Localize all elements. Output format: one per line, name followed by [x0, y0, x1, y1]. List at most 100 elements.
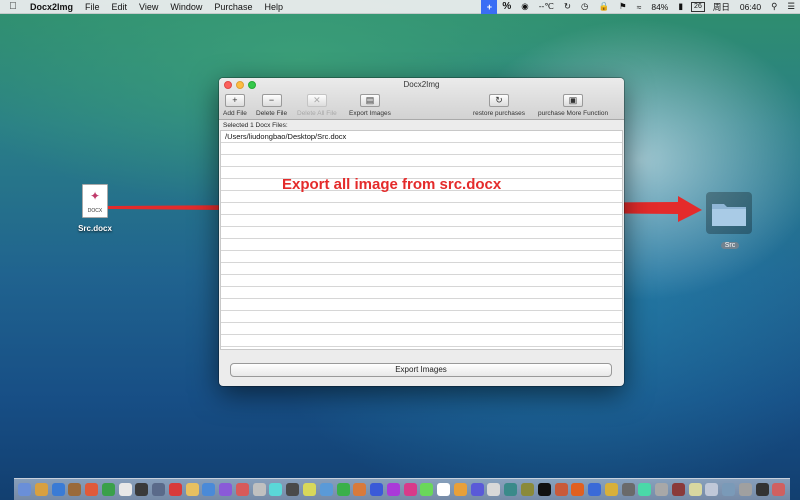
dock-app-icon[interactable] [638, 483, 652, 496]
purchase-icon: ▣ [563, 94, 584, 107]
toolbar: + Add File − Delete File ✕ Delete All Fi… [219, 94, 624, 120]
menu-app-name[interactable]: Docx2Img [26, 2, 79, 12]
dock-app-icon[interactable] [420, 483, 434, 496]
dock-app-icon[interactable] [621, 483, 635, 496]
add-file-button[interactable]: + Add File [223, 94, 247, 117]
dock-app-icon[interactable] [219, 483, 233, 496]
add-icon: + [224, 94, 245, 107]
restore-icon: ↻ [489, 94, 510, 107]
dock-app-icon[interactable] [403, 483, 417, 496]
dock-app-icon[interactable] [738, 483, 752, 496]
add-file-label: Add File [223, 110, 247, 117]
menu-edit[interactable]: Edit [106, 2, 134, 12]
plus-status-icon[interactable]: + [481, 0, 498, 14]
dock-app-icon[interactable] [705, 483, 719, 496]
dock-app-icon[interactable] [554, 483, 568, 496]
delete-all-file-label: Delete All File [297, 110, 337, 117]
delete-file-button[interactable]: − Delete File [256, 94, 287, 117]
dock-app-icon[interactable] [588, 483, 602, 496]
clock[interactable]: 06:40 [735, 2, 766, 12]
dock-app-icon[interactable] [235, 483, 249, 496]
dock-app-icon[interactable] [185, 483, 199, 496]
dock-app-icon[interactable] [168, 483, 182, 496]
wifi-icon[interactable]: ≈ [632, 2, 647, 12]
menu-bar:  Docx2Img File Edit View Window Purchas… [0, 0, 800, 14]
file-list[interactable]: /Users/liudongbao/Desktop/Src.docx [220, 130, 623, 350]
annotation-text: Export all image from src.docx [282, 176, 502, 193]
dock-app-icon[interactable] [504, 483, 518, 496]
dock-app-icon[interactable] [604, 483, 618, 496]
desktop-file-label: Src.docx [78, 224, 112, 233]
temperature-status[interactable]: --℃ [534, 1, 559, 12]
dock-app-icon[interactable] [252, 483, 266, 496]
menu-help[interactable]: Help [258, 2, 289, 12]
folder-selection [706, 192, 752, 234]
dock-app-icon[interactable] [135, 483, 149, 496]
dock-app-icon[interactable] [85, 483, 99, 496]
export-icon: ▤ [359, 94, 380, 107]
dock-app-icon[interactable] [520, 483, 534, 496]
list-item[interactable]: /Users/liudongbao/Desktop/Src.docx [221, 131, 622, 143]
dock-app-icon[interactable] [152, 483, 166, 496]
dock-app-icon[interactable] [437, 483, 451, 496]
dock-app-icon[interactable] [772, 483, 786, 496]
dock-app-icon[interactable] [722, 483, 736, 496]
dock-app-icon[interactable] [336, 483, 350, 496]
refresh-status-icon[interactable]: ↻ [559, 1, 576, 12]
dock-app-icon[interactable] [755, 483, 769, 496]
docx-file-icon: ✦ DOCX [82, 184, 108, 218]
restore-purchases-label: restore purchases [473, 110, 526, 117]
time-machine-icon[interactable]: ◷ [576, 1, 593, 12]
desktop-folder-src[interactable]: Src [706, 192, 754, 252]
dock-app-icon[interactable] [101, 483, 115, 496]
dock-app-icon[interactable] [453, 483, 467, 496]
dock-app-icon[interactable] [68, 483, 82, 496]
weekday[interactable]: 周日 [708, 1, 735, 13]
percent-status-icon[interactable]: % [497, 1, 516, 12]
dock-app-icon[interactable] [353, 483, 367, 496]
menu-purchase[interactable]: Purchase [208, 2, 258, 12]
purchase-more-function-button[interactable]: ▣ purchase More Function [538, 94, 608, 117]
dock-app-icon[interactable] [319, 483, 333, 496]
dock-app-icon[interactable] [571, 483, 585, 496]
dock-app-icon[interactable] [671, 483, 685, 496]
purchase-more-function-label: purchase More Function [538, 110, 609, 117]
docx-symbol-icon: ✦ [89, 189, 101, 203]
dock-app-icon[interactable] [118, 483, 132, 496]
menu-window[interactable]: Window [164, 2, 208, 12]
export-images-button[interactable]: Export Images [230, 363, 612, 377]
dock-app-icon[interactable] [370, 483, 384, 496]
dock-app-icon[interactable] [470, 483, 484, 496]
restore-purchases-button[interactable]: ↻ restore purchases [473, 94, 525, 117]
dock-app-icon[interactable] [487, 483, 501, 496]
date-box[interactable]: 26 [691, 1, 705, 12]
dock-app-icon[interactable] [537, 483, 551, 496]
list-header: Selected 1 Docx Files: [219, 120, 624, 130]
export-images-toolbar-button[interactable]: ▤ Export Images [349, 94, 391, 117]
notification-center-icon[interactable]: ☰ [782, 1, 800, 12]
menu-file[interactable]: File [79, 2, 106, 12]
apple-menu-icon[interactable]:  [0, 1, 26, 12]
dock-app-icon[interactable] [286, 483, 300, 496]
dock-app-icon[interactable] [386, 483, 400, 496]
dock-app-icon[interactable] [269, 483, 283, 496]
flag-icon[interactable]: ⚑ [614, 1, 632, 12]
export-images-label: Export Images [349, 110, 391, 117]
dock-app-icon[interactable] [303, 483, 317, 496]
battery-percent[interactable]: 84% [646, 2, 673, 12]
dock-app-icon[interactable] [655, 483, 669, 496]
lock-icon[interactable]: 🔒 [593, 1, 614, 12]
menu-view[interactable]: View [133, 2, 164, 12]
spotlight-icon[interactable]: ⚲ [766, 1, 782, 12]
battery-icon[interactable]: ▮ [673, 1, 688, 12]
dock-app-icon[interactable] [18, 483, 31, 496]
delete-all-file-button[interactable]: ✕ Delete All File [297, 94, 337, 117]
dock-app-icon[interactable] [202, 483, 216, 496]
window-title: Docx2Img [403, 80, 440, 89]
dock-app-icon[interactable] [51, 483, 65, 496]
dock-app-icon[interactable] [34, 483, 48, 496]
dock-app-icon[interactable] [688, 483, 702, 496]
title-bar: Docx2Img + Add File − Delete File ✕ Dele… [219, 78, 624, 120]
gauge-status-icon[interactable]: ◉ [516, 1, 533, 12]
folder-icon [712, 204, 746, 226]
